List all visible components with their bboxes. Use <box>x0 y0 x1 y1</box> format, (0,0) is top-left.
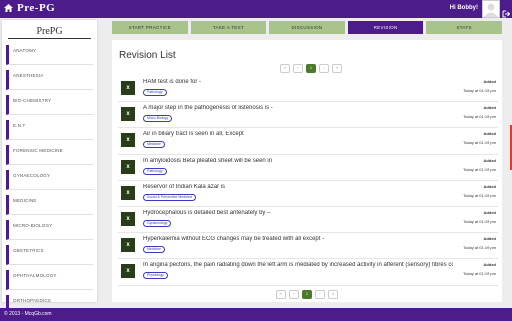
list-item: x Hydrocephalous is detailed best antena… <box>118 207 498 234</box>
added-date: Today at 01:19 pm <box>463 166 496 172</box>
sidebar-item-forensic-medicine[interactable]: Forensic Medicine <box>6 145 93 165</box>
question-link[interactable]: Reservor of Indian Kala azar is <box>143 184 453 190</box>
sidebar-divider <box>8 38 91 39</box>
top-navbar: Pre-PG Hi Bobby! <box>0 0 512 18</box>
remove-question-button[interactable]: x <box>121 238 135 253</box>
pager-page-1[interactable]: 1 <box>302 290 312 299</box>
question-link[interactable]: HAM test is done for - <box>143 79 453 85</box>
subject-tag[interactable]: Physiology <box>143 272 168 280</box>
tab-start-practice[interactable]: Start Practice <box>112 21 188 34</box>
pager-prev-button[interactable]: ‹ <box>293 64 303 73</box>
list-item: x A major step in the pathogenesis of li… <box>118 102 498 129</box>
list-item: x Air in biliary tract is seen in all, E… <box>118 128 498 155</box>
question-link[interactable]: In amyloidosis Beta pleated sheet will b… <box>143 158 453 164</box>
pager-prev-button[interactable]: ‹ <box>289 290 299 299</box>
added-label: Added <box>483 262 496 268</box>
pager-next-button[interactable]: › <box>315 290 325 299</box>
remove-question-button[interactable]: x <box>121 81 135 95</box>
list-item: x Reservor of Indian Kala azar is Social… <box>118 181 498 207</box>
list-item: x Hyperkalemia without ECG changes may b… <box>118 233 498 260</box>
list-item: x In angina pectoris, the pain radiating… <box>118 259 498 286</box>
sidebar-item-anesthesia[interactable]: Anesthesia <box>6 70 93 90</box>
added-label: Added <box>483 157 496 163</box>
main-tabs: Start Practice Take a Test Discussion Re… <box>112 21 502 34</box>
added-label: Added <box>483 183 496 189</box>
footer-copyright: © 2013 - McqGb.com <box>4 311 52 317</box>
page-footer: © 2013 - McqGb.com <box>0 308 512 321</box>
sidebar-item-anatomy[interactable]: Anatomy <box>6 45 93 65</box>
remove-question-button[interactable]: x <box>121 211 135 226</box>
subject-tag[interactable]: Pathology <box>143 89 167 96</box>
added-date: Today at 01:19 pm <box>463 88 496 93</box>
list-item: x In amyloidosis Beta pleated sheet will… <box>118 155 498 181</box>
subject-tag[interactable]: Pathology <box>143 167 167 175</box>
brand-link[interactable]: Pre-PG <box>4 2 55 14</box>
remove-question-button[interactable]: x <box>121 159 135 174</box>
sidebar-item-bio-chemistry[interactable]: Bio-Chemistry <box>6 95 93 115</box>
subject-tag[interactable]: Social & Preventive Medicine <box>143 193 197 201</box>
pager-page-1[interactable]: 1 <box>306 64 316 73</box>
remove-question-button[interactable]: x <box>121 185 135 200</box>
subject-tag[interactable]: Medicine <box>143 141 166 149</box>
sidebar-item-gynaecology[interactable]: Gynaecology <box>6 170 93 190</box>
subject-sidebar: PrePG Anatomy Anesthesia Bio-Chemistry E… <box>2 20 97 315</box>
logout-icon[interactable] <box>502 5 511 23</box>
pagination-top: « ‹ 1 › » <box>280 64 342 73</box>
pager-next-button[interactable]: › <box>319 64 329 73</box>
list-item: x HAM test is done for - Pathology Added… <box>118 76 498 103</box>
user-avatar-icon[interactable] <box>482 0 500 18</box>
revision-panel: Revision List « ‹ 1 › » x HAM test is do… <box>112 40 502 302</box>
pager-last-button[interactable]: » <box>328 290 338 299</box>
sidebar-item-ent[interactable]: E.N.T <box>6 120 93 140</box>
added-date: Today at 01:19 pm <box>463 140 496 146</box>
added-date: Today at 01:19 pm <box>463 218 496 224</box>
added-label: Added <box>483 236 496 242</box>
subject-tag[interactable]: Medicine <box>143 246 166 254</box>
pager-first-button[interactable]: « <box>276 290 286 299</box>
tab-take-a-test[interactable]: Take a Test <box>190 21 267 34</box>
added-label: Added <box>483 79 496 84</box>
added-date: Today at 01:19 pm <box>463 245 496 251</box>
added-date: Today at 01:19 pm <box>463 114 496 120</box>
question-link[interactable]: In angina pectoris, the pain radiating d… <box>143 262 453 268</box>
tab-stats[interactable]: Stats <box>426 21 502 34</box>
subject-tag[interactable]: Micro-Biology <box>143 115 173 123</box>
pager-last-button[interactable]: » <box>332 64 342 73</box>
question-link[interactable]: Hyperkalemia without ECG changes may be … <box>143 236 453 242</box>
added-label: Added <box>483 105 496 111</box>
home-icon <box>4 4 13 12</box>
pagination-bottom: « ‹ 1 › » <box>276 290 338 299</box>
remove-question-button[interactable]: x <box>121 133 135 148</box>
revision-question-list: x HAM test is done for - Pathology Added… <box>118 76 498 286</box>
sidebar-item-ophthalmology[interactable]: Ophthalmology <box>6 270 93 290</box>
page-title: Revision List <box>119 50 176 61</box>
added-date: Today at 01:19 pm <box>463 271 496 277</box>
sidebar-item-obstetrics[interactable]: Obstetrics <box>6 245 93 265</box>
tab-discussion[interactable]: Discussion <box>269 21 345 34</box>
sidebar-item-micro-biology[interactable]: Micro-Biology <box>6 220 93 240</box>
subject-tag[interactable]: Gynaecology <box>143 219 172 227</box>
question-link[interactable]: Hydrocephalous is detailed best antenate… <box>143 210 453 216</box>
user-greeting[interactable]: Hi Bobby! <box>450 5 478 11</box>
added-date: Today at 01:19 pm <box>463 192 496 198</box>
question-link[interactable]: A major step in the pathogenesis of list… <box>143 105 453 111</box>
remove-question-button[interactable]: x <box>121 107 135 122</box>
tab-revision[interactable]: Revision <box>347 21 424 34</box>
added-label: Added <box>483 131 496 137</box>
added-label: Added <box>483 209 496 215</box>
pager-first-button[interactable]: « <box>280 64 290 73</box>
brand-title: Pre-PG <box>17 2 56 14</box>
sidebar-title: PrePG <box>36 26 63 37</box>
sidebar-item-medicine[interactable]: Medicine <box>6 195 93 215</box>
question-link[interactable]: Air in biliary tract is seen in all, Exc… <box>143 131 453 137</box>
remove-question-button[interactable]: x <box>121 264 135 279</box>
